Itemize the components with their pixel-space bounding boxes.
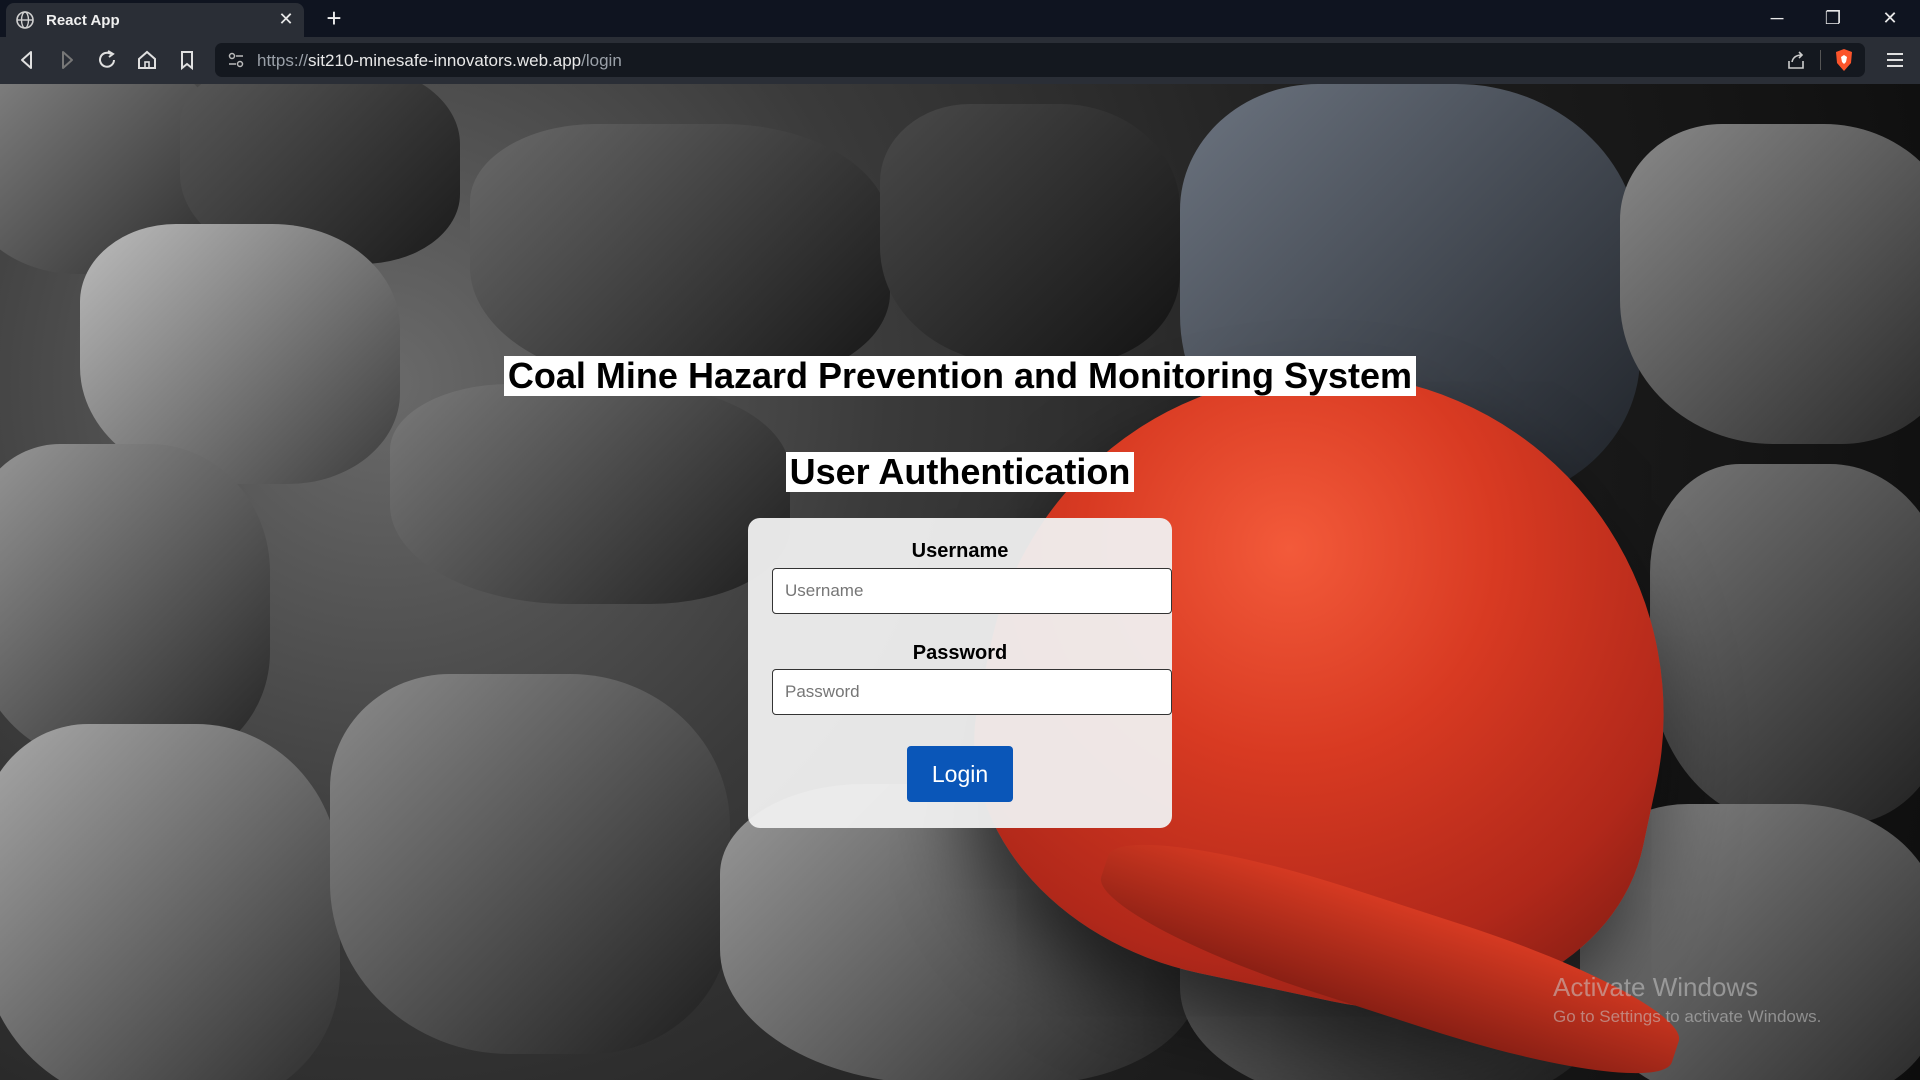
browser-nav-bar: https://sit210-minesafe-innovators.web.a… [0, 37, 1920, 85]
page-subtitle: User Authentication [785, 452, 1135, 492]
login-page: Coal Mine Hazard Prevention and Monitori… [0, 84, 1920, 1080]
activate-windows-watermark: Activate Windows Go to Settings to activ… [1553, 972, 1821, 1027]
url-text: https://sit210-minesafe-innovators.web.a… [257, 51, 622, 71]
brave-shield-icon[interactable] [1833, 48, 1855, 72]
page-title: Coal Mine Hazard Prevention and Monitori… [503, 356, 1417, 396]
plus-icon[interactable]: + [320, 4, 348, 32]
forward-icon[interactable] [54, 47, 80, 73]
watermark-title: Activate Windows [1553, 972, 1759, 1002]
window-close-icon[interactable]: ✕ [1875, 6, 1905, 30]
username-label: Username [911, 540, 1009, 562]
hamburger-menu-icon[interactable] [1884, 49, 1906, 71]
url-divider [1820, 50, 1821, 70]
page-title-wrap: Coal Mine Hazard Prevention and Monitori… [0, 356, 1920, 396]
url-host: sit210-minesafe-innovators.web.app [308, 51, 582, 70]
password-input[interactable] [772, 669, 1172, 715]
bookmark-icon[interactable] [174, 47, 200, 73]
reload-icon[interactable] [94, 47, 120, 73]
tab-title: React App [46, 12, 120, 29]
globe-icon [16, 11, 34, 29]
login-form: Username Password Login [748, 518, 1172, 828]
back-icon[interactable] [14, 47, 40, 73]
login-button[interactable]: Login [907, 746, 1013, 802]
home-icon[interactable] [134, 47, 160, 73]
address-bar[interactable]: https://sit210-minesafe-innovators.web.a… [215, 43, 1865, 77]
share-icon[interactable] [1785, 49, 1807, 71]
watermark-subtitle: Go to Settings to activate Windows. [1553, 1007, 1822, 1026]
browser-tab[interactable]: React App ✕ [6, 3, 304, 37]
restore-icon[interactable]: ❐ [1818, 6, 1848, 30]
minimize-icon[interactable]: ─ [1762, 6, 1792, 30]
close-icon[interactable]: ✕ [276, 9, 296, 29]
browser-tab-bar: React App ✕ + ─ ❐ ✕ [0, 0, 1920, 37]
password-label: Password [912, 642, 1008, 664]
url-scheme: https:// [257, 51, 309, 70]
url-path: /login [581, 51, 622, 70]
page-subtitle-wrap: User Authentication [0, 452, 1920, 492]
site-info-icon[interactable] [227, 51, 245, 69]
username-input[interactable] [772, 568, 1172, 614]
